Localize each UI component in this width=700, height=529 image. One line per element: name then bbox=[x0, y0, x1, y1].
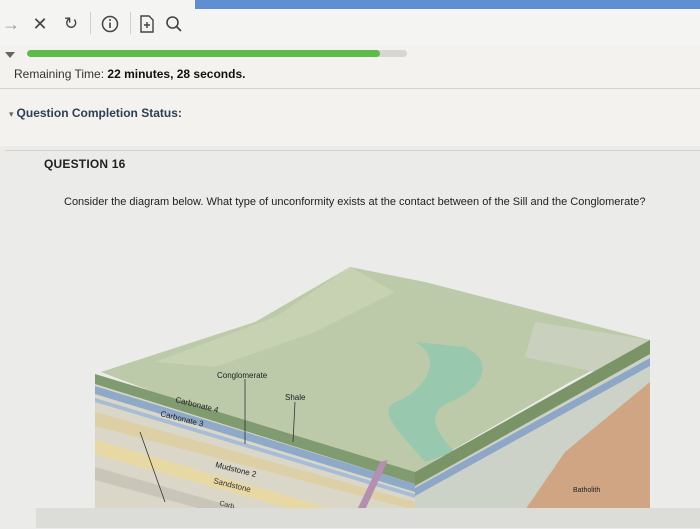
toolbar-separator bbox=[90, 12, 91, 34]
remaining-time: Remaining Time: 22 minutes, 28 seconds. bbox=[14, 67, 245, 81]
tab-strip bbox=[195, 0, 700, 9]
label-batholith: Batholith bbox=[573, 487, 600, 494]
remaining-time-label: Remaining Time: bbox=[14, 67, 105, 81]
divider bbox=[0, 88, 700, 89]
question-text: Consider the diagram below. What type of… bbox=[64, 196, 646, 208]
progress-bar bbox=[27, 50, 407, 57]
question-completion-status[interactable]: ▾ Question Completion Status: bbox=[9, 106, 182, 120]
label-conglomerate: Conglomerate bbox=[217, 371, 268, 380]
close-icon[interactable]: ✕ bbox=[30, 14, 50, 34]
toolbar-separator bbox=[130, 12, 131, 34]
geologic-block-diagram: Conglomerate Shale Carbonate 4 Carbonate… bbox=[95, 267, 650, 510]
assessment-header bbox=[0, 46, 700, 146]
forward-arrow-icon[interactable]: → bbox=[2, 14, 20, 34]
label-shale: Shale bbox=[285, 393, 306, 402]
progress-fill bbox=[27, 50, 381, 57]
reload-icon[interactable]: ↻ bbox=[62, 14, 80, 34]
search-icon[interactable] bbox=[164, 14, 184, 34]
expand-arrow-icon: ▾ bbox=[9, 109, 14, 119]
question-title: QUESTION 16 bbox=[44, 157, 126, 171]
browser-toolbar: → ✕ ↻ bbox=[0, 0, 700, 47]
info-icon[interactable] bbox=[100, 14, 120, 34]
collapse-caret-icon[interactable] bbox=[5, 52, 15, 58]
bottom-panel bbox=[36, 508, 700, 528]
document-icon[interactable] bbox=[138, 14, 156, 34]
question-completion-status-label: Question Completion Status: bbox=[16, 106, 182, 120]
remaining-time-value: 22 minutes, 28 seconds. bbox=[107, 67, 246, 81]
